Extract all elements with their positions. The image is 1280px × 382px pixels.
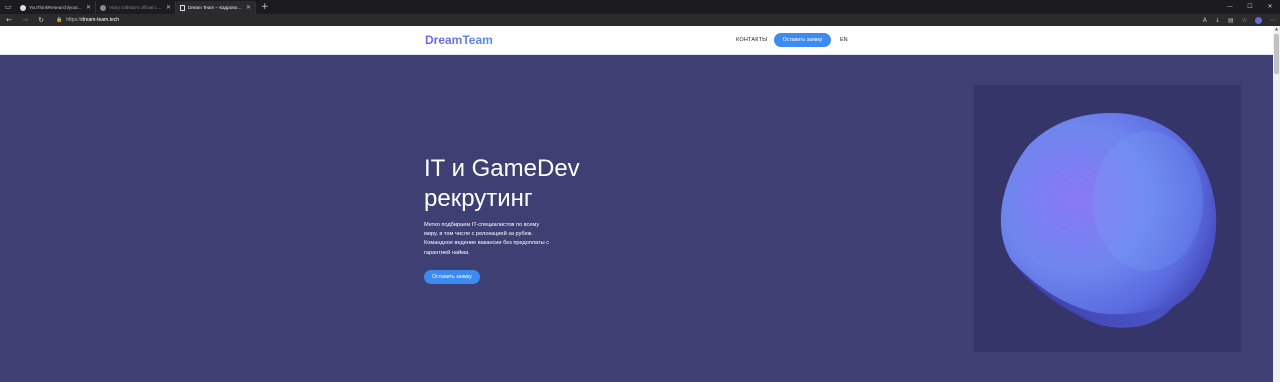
reload-icon[interactable]: ↻ xyxy=(36,16,46,24)
hero-title-line: IT и GameDev xyxy=(424,155,580,182)
hero-section: IT и GameDev рекрутинг Метко подбираем I… xyxy=(0,55,1273,382)
site-header: DreamTeam КОНТАКТЫ Оставить заявку EN xyxy=(0,26,1273,55)
tab-title: Dream Team – Кадровое агент... xyxy=(188,5,243,10)
page-scrollbar[interactable]: ▲ xyxy=(1273,26,1280,382)
hero-desc-line: миру, в том числе с релокацией за рубеж. xyxy=(424,231,533,238)
minimize-icon[interactable]: — xyxy=(1220,0,1240,14)
tab-actions-icon[interactable]: ▭ xyxy=(0,0,16,14)
browser-toolbar: A ↓ ▤ ☆ ⋯ xyxy=(1203,16,1276,24)
browser-tab[interactable]: YouThinkResearch/youthink-Acc... ✕ xyxy=(16,1,96,14)
hero-request-button[interactable]: Оставить заявку xyxy=(424,270,480,284)
new-tab-button[interactable]: + xyxy=(256,1,274,14)
scroll-up-icon[interactable]: ▲ xyxy=(1273,26,1280,32)
hero-desc-line: гарантией найма. xyxy=(424,249,470,256)
forward-icon[interactable]: → xyxy=(20,16,30,24)
browser-tab-bar: ▭ YouThinkResearch/youthink-Acc... ✕ Vic… xyxy=(0,0,1280,14)
menu-icon[interactable]: ⋯ xyxy=(1270,17,1276,24)
window-controls: — ☐ ✕ xyxy=(1220,0,1280,14)
collections-icon[interactable]: ☆ xyxy=(1242,17,1247,24)
header-request-button[interactable]: Оставить заявку xyxy=(774,33,831,47)
close-window-icon[interactable]: ✕ xyxy=(1260,0,1280,14)
nav-contacts-link[interactable]: КОНТАКТЫ xyxy=(736,37,767,43)
browser-tab-active[interactable]: Dream Team – Кадровое агент... ✕ xyxy=(176,1,256,14)
close-tab-icon[interactable]: ✕ xyxy=(246,4,251,11)
url-prefix: https:// xyxy=(66,17,82,23)
address-bar-row: ← → ↻ 🔒 https://dream-team.tech A ↓ ▤ ☆ … xyxy=(0,14,1280,26)
language-switch[interactable]: EN xyxy=(840,37,848,43)
close-tab-icon[interactable]: ✕ xyxy=(86,4,91,11)
hero-description: Метко подбираем IT-специалистов по всему… xyxy=(424,221,560,258)
back-icon[interactable]: ← xyxy=(4,16,14,24)
close-tab-icon[interactable]: ✕ xyxy=(166,4,171,11)
browser-tab[interactable]: Vicky Githtub's official consent... ✕ xyxy=(96,1,176,14)
document-icon xyxy=(180,4,185,11)
tab-title: YouThinkResearch/youthink-Acc... xyxy=(29,5,83,10)
hero-title-line: рекрутинг xyxy=(424,185,533,212)
url-host: dream-team.tech xyxy=(81,17,120,23)
hero-desc-line: Метко подбираем IT-специалистов по всему xyxy=(424,222,540,228)
downloads-icon[interactable]: ↓ xyxy=(1215,17,1220,24)
sphere-illustration xyxy=(1000,112,1217,328)
hero-desc-line: Командное ведение вакансии без предоплат… xyxy=(424,240,550,247)
site-logo[interactable]: DreamTeam xyxy=(425,33,493,47)
lock-icon[interactable]: 🔒 xyxy=(56,17,62,23)
github-icon xyxy=(20,4,26,11)
hero-title: IT и GameDev рекрутинг xyxy=(424,154,624,214)
github-icon xyxy=(100,4,106,11)
url-field[interactable]: 🔒 https://dream-team.tech xyxy=(56,17,119,23)
maximize-icon[interactable]: ☐ xyxy=(1240,0,1260,14)
hero-3d-visual xyxy=(974,85,1241,352)
read-aloud-icon[interactable]: A xyxy=(1203,17,1207,24)
extensions-icon[interactable]: ▤ xyxy=(1228,17,1234,24)
tab-title: Vicky Githtub's official consent... xyxy=(109,5,163,10)
profile-avatar[interactable] xyxy=(1255,16,1262,24)
scroll-thumb[interactable] xyxy=(1274,34,1279,74)
